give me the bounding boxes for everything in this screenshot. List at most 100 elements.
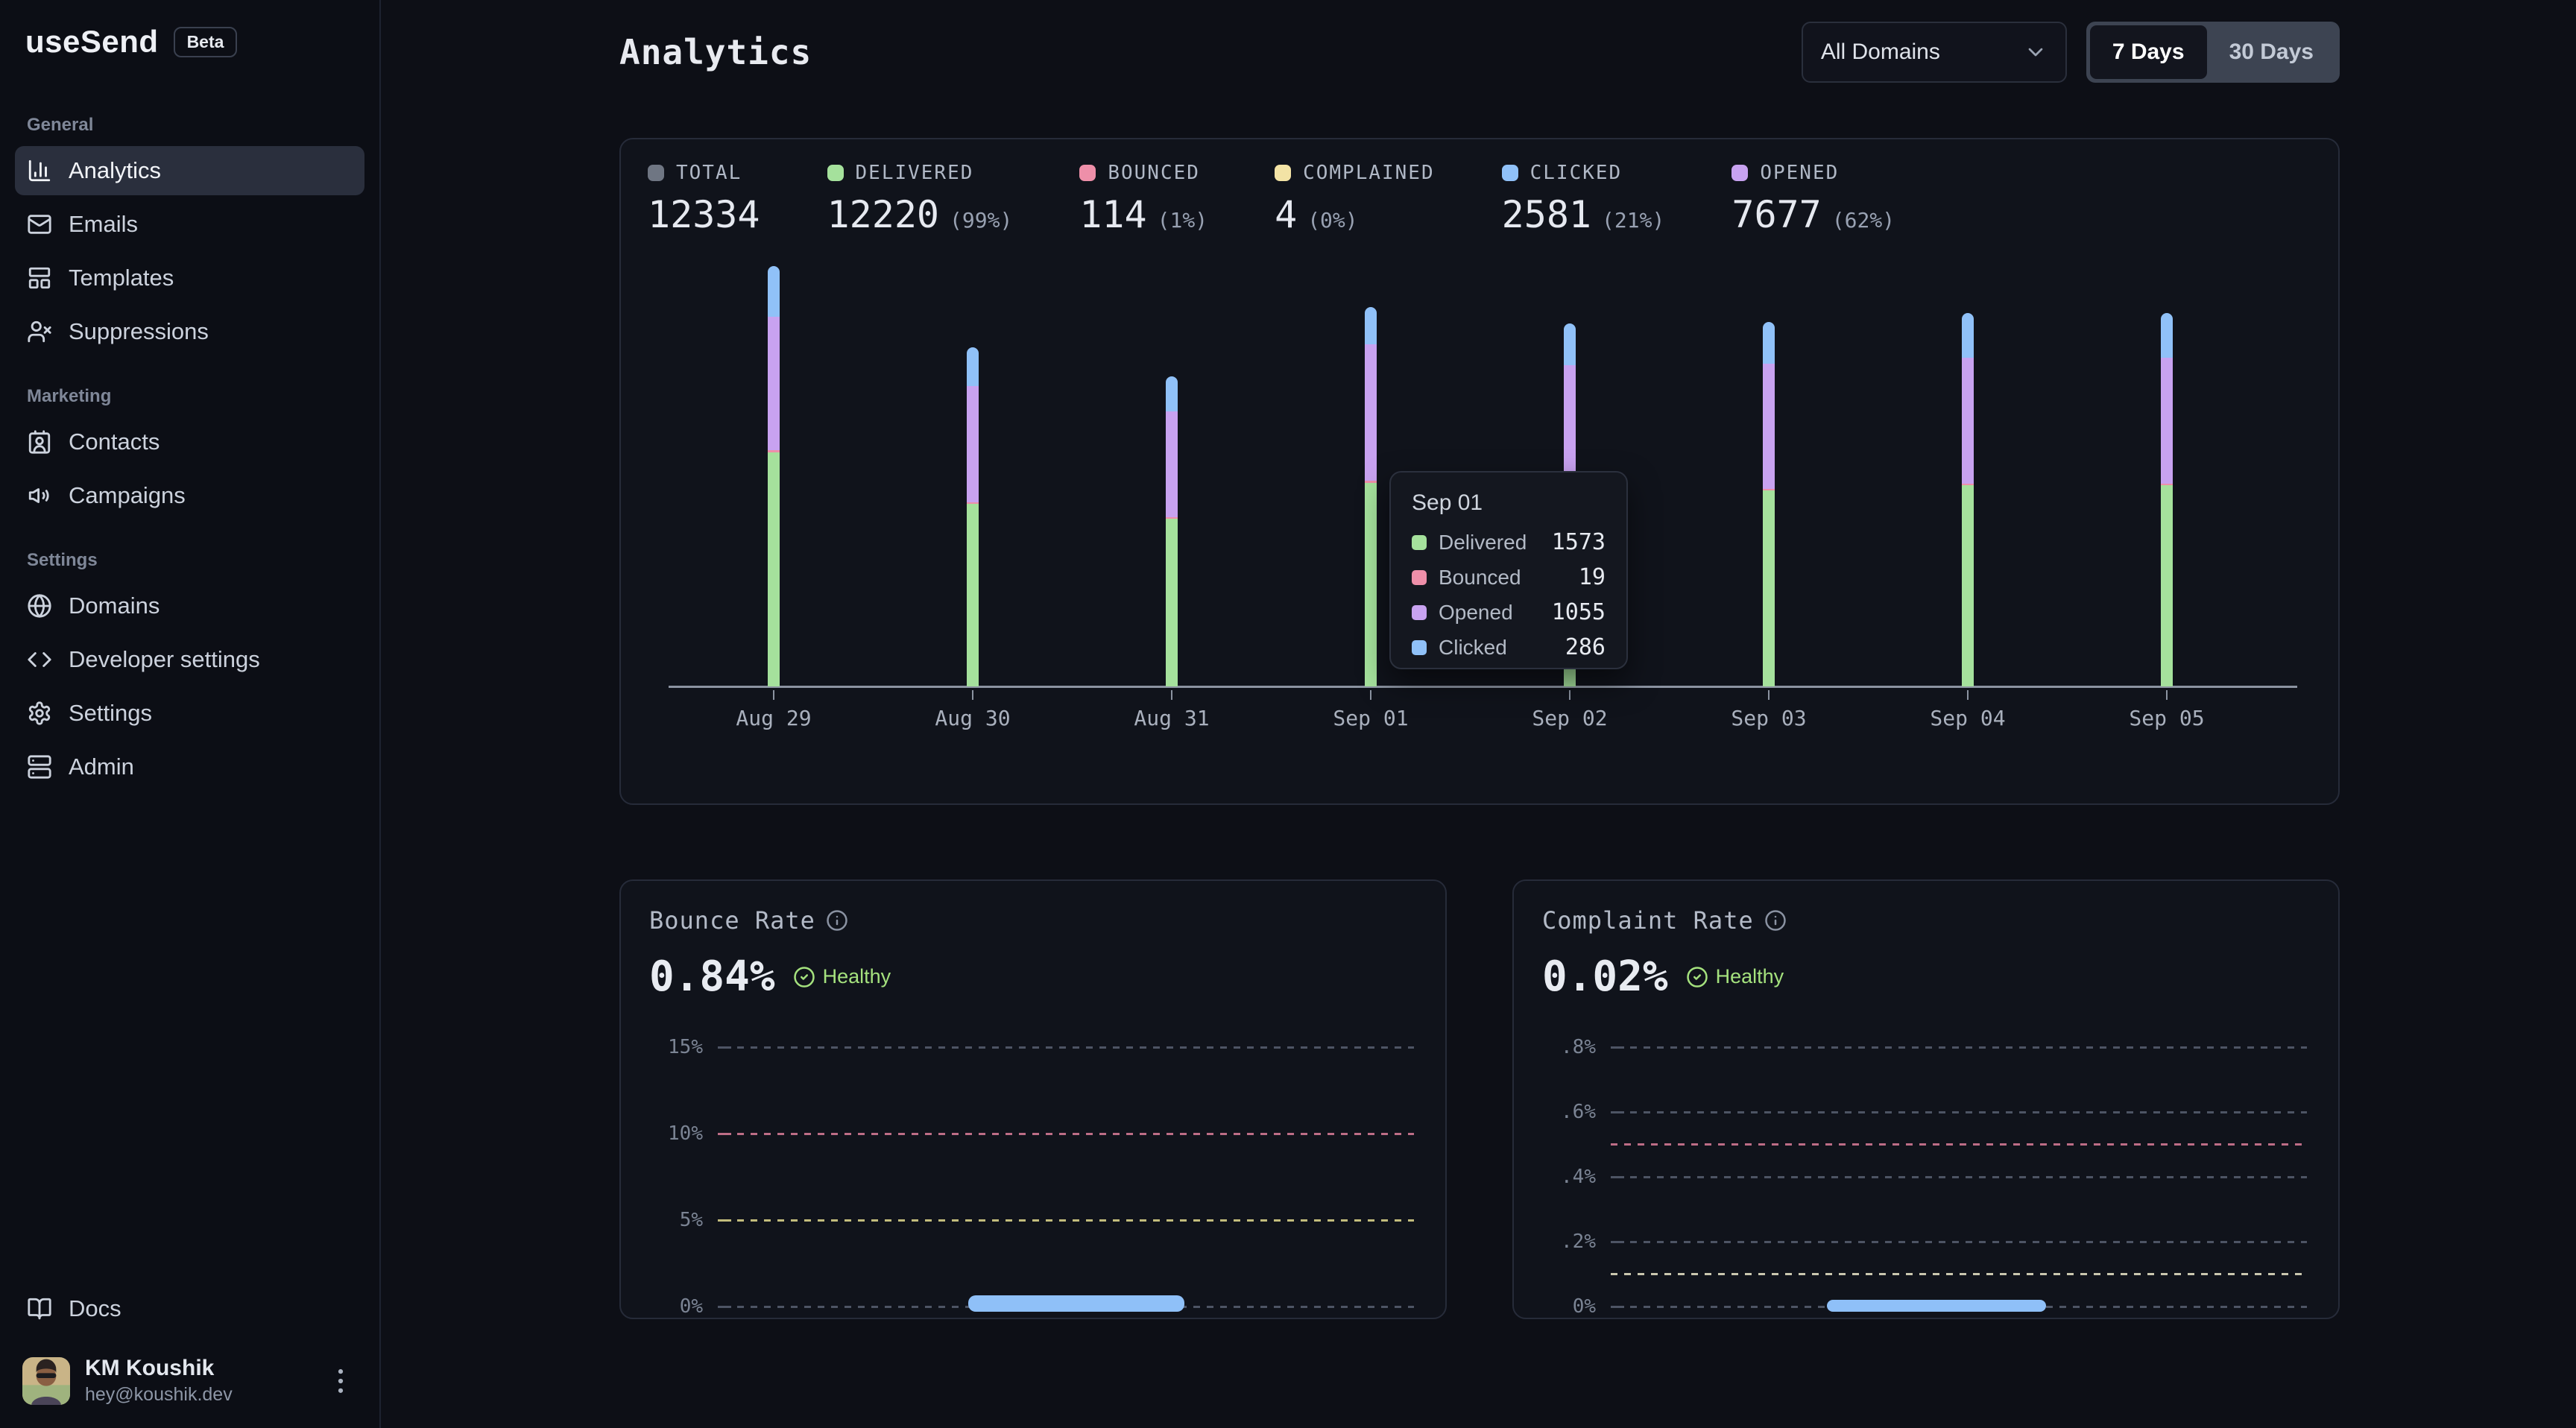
info-icon[interactable] <box>826 909 848 932</box>
card-title-row: Bounce Rate <box>649 906 1417 935</box>
x-axis-label: Aug 31 <box>1090 706 1254 730</box>
bounce-rate-bar[interactable] <box>968 1295 1184 1312</box>
bar-segment-delivered <box>2161 485 2173 686</box>
dashed-line <box>737 1133 1414 1135</box>
stat-dot <box>1275 165 1291 181</box>
card-title: Bounce Rate <box>649 906 815 935</box>
sidebar-item-label: Templates <box>69 265 174 291</box>
tooltip-label: Bounced <box>1439 566 1567 590</box>
sidebar-item-admin[interactable]: Admin <box>15 742 364 792</box>
gridline <box>1611 1240 2307 1243</box>
gear-icon <box>27 701 52 726</box>
tooltip-color-swatch <box>1412 570 1427 585</box>
main-content: Analytics All Domains 7 Days30 Days TOTA… <box>381 0 2576 1428</box>
globe-icon <box>27 593 52 619</box>
sidebar-item-settings[interactable]: Settings <box>15 689 364 738</box>
code-icon <box>27 647 52 672</box>
sidebar-item-templates[interactable]: Templates <box>15 253 364 303</box>
app-root: useSend Beta GeneralAnalyticsEmailsTempl… <box>0 0 2576 1428</box>
stat-percent: (0%) <box>1307 208 1357 233</box>
info-icon[interactable] <box>1764 909 1787 932</box>
bar-segment-clicked <box>1763 322 1775 364</box>
page-header: Analytics All Domains 7 Days30 Days <box>619 21 2340 83</box>
sidebar-item-contacts[interactable]: Contacts <box>15 417 364 467</box>
tooltip-value: 286 <box>1565 634 1606 660</box>
y-axis-label: .6% <box>1542 1101 1596 1123</box>
docs-label: Docs <box>69 1295 121 1322</box>
bar-segment-delivered <box>768 452 780 686</box>
user-options-icon[interactable] <box>324 1365 357 1397</box>
beta-badge: Beta <box>174 27 238 57</box>
sidebar-item-suppressions[interactable]: Suppressions <box>15 307 364 356</box>
chart-tooltip: Sep 01 Delivered1573Bounced19Opened1055C… <box>1389 471 1628 669</box>
sidebar-item-analytics[interactable]: Analytics <box>15 146 364 195</box>
nav-section-label: General <box>27 115 353 136</box>
date-range-toggle: 7 Days30 Days <box>2086 22 2340 83</box>
user-email: hey@koushik.dev <box>85 1384 309 1406</box>
sidebar-item-label: Campaigns <box>69 482 186 509</box>
sidebar-item-label: Contacts <box>69 429 160 455</box>
bar-segment-clicked <box>1365 307 1377 344</box>
stacked-bar-aug-31[interactable] <box>1166 376 1178 686</box>
sidebar-item-domains[interactable]: Domains <box>15 581 364 631</box>
range-option-30-days[interactable]: 30 Days <box>2207 25 2336 79</box>
tooltip-color-swatch <box>1412 640 1427 655</box>
user-meta: KM Koushik hey@koushik.dev <box>85 1356 309 1406</box>
server-icon <box>27 754 52 780</box>
stacked-bar-sep-04[interactable] <box>1962 313 1974 686</box>
sidebar-item-label: Suppressions <box>69 318 209 345</box>
complaint-rate-chart: .8%.6%.4%.2%0% <box>1542 1013 2310 1318</box>
bar-segment-opened <box>967 386 979 502</box>
stacked-bar-aug-29[interactable] <box>768 266 780 686</box>
dashed-line <box>1630 1241 2307 1243</box>
axis-tick <box>718 1306 731 1308</box>
tooltip-value: 19 <box>1579 564 1606 590</box>
domain-filter-select[interactable]: All Domains <box>1802 22 2067 83</box>
bar-segment-delivered <box>1763 490 1775 686</box>
x-axis-label: Aug 30 <box>891 706 1055 730</box>
axis-tick <box>1611 1241 1624 1243</box>
sidebar-item-label: Developer settings <box>69 646 260 673</box>
stat-value: 4 <box>1275 193 1297 236</box>
tooltip-color-swatch <box>1412 535 1427 550</box>
stat-value: 12220 <box>827 193 940 236</box>
sidebar-item-emails[interactable]: Emails <box>15 200 364 249</box>
sidebar-item-developer-settings[interactable]: Developer settings <box>15 635 364 684</box>
stacked-bar-aug-30[interactable] <box>967 347 979 686</box>
bar-segment-delivered <box>1962 485 1974 686</box>
stat-value: 114 <box>1079 193 1146 236</box>
sidebar-item-docs[interactable]: Docs <box>15 1284 364 1333</box>
sidebar-footer: Docs KM Koushik hey@koushik.dev <box>15 1284 364 1409</box>
check-circle-icon <box>1686 966 1708 988</box>
sidebar: useSend Beta GeneralAnalyticsEmailsTempl… <box>0 0 381 1428</box>
y-axis-label: 5% <box>649 1209 703 1231</box>
range-option-7-days[interactable]: 7 Days <box>2090 25 2207 79</box>
stacked-bar-sep-03[interactable] <box>1763 322 1775 686</box>
stat-dot <box>827 165 844 181</box>
x-axis-line <box>669 686 2297 688</box>
tooltip-row-clicked: Clicked286 <box>1412 634 1606 660</box>
rate-value-row: 0.84% Healthy <box>649 952 1417 1001</box>
tooltip-title: Sep 01 <box>1412 490 1606 516</box>
y-axis-label: 15% <box>649 1036 703 1058</box>
stacked-bar-sep-01[interactable] <box>1365 307 1377 686</box>
stat-dot <box>648 165 664 181</box>
status-badge: Healthy <box>1686 965 1784 988</box>
rate-cards-row: Bounce Rate 0.84% Healthy 15%10%5%0% Com… <box>619 879 2340 1319</box>
bar-segment-opened <box>1962 358 1974 484</box>
bar-segment-opened <box>1763 364 1775 489</box>
complaint-rate-bar[interactable] <box>1827 1300 2046 1312</box>
y-axis-label: 0% <box>1542 1295 1596 1318</box>
stat-opened: OPENED7677(62%) <box>1731 162 1895 236</box>
x-axis-tick <box>1768 690 1770 700</box>
bar-segment-clicked <box>1962 313 1974 358</box>
sidebar-item-campaigns[interactable]: Campaigns <box>15 471 364 520</box>
tooltip-value: 1055 <box>1552 599 1606 625</box>
stat-complained: COMPLAINED4(0%) <box>1275 162 1435 236</box>
bar-segment-clicked <box>1166 376 1178 411</box>
stacked-bar-sep-05[interactable] <box>2161 313 2173 686</box>
x-axis-label: Sep 05 <box>2085 706 2249 730</box>
axis-tick <box>1611 1176 1624 1178</box>
user-menu[interactable]: KM Koushik hey@koushik.dev <box>15 1347 364 1409</box>
x-axis-label: Sep 04 <box>1886 706 2050 730</box>
